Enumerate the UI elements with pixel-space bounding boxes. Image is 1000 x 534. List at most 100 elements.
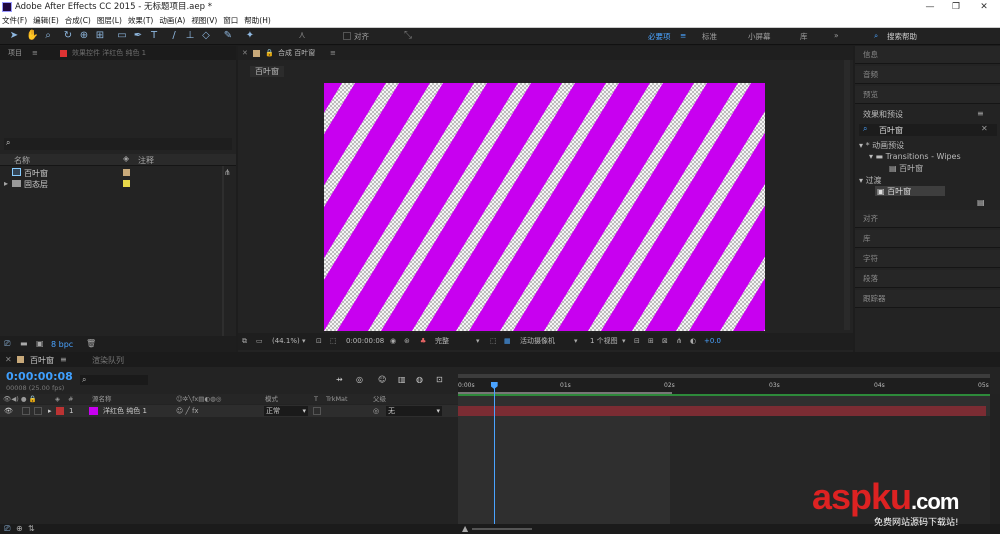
expand-arrow-icon[interactable]: ▸ [48,405,52,417]
shy-layers-icon[interactable]: ☺ [378,375,386,384]
minimize-button[interactable]: — [916,0,944,14]
resolution-dropdown[interactable]: 完整 [435,333,449,350]
preserve-transparency-checkbox[interactable] [313,407,321,415]
interpret-footage-icon[interactable]: ⎚ [4,339,10,349]
project-item-folder[interactable]: ▸ 固态层 [0,178,222,189]
pen-tool-icon[interactable]: ✒ [132,30,144,42]
timeline-comp-tab[interactable]: 百叶窗 [30,355,54,366]
tree-item-transition[interactable]: ▾ 过渡 [859,175,882,186]
tree-item-transitions-wipes[interactable]: ▾ ▬ Transitions - Wipes [869,152,961,161]
time-ruler[interactable]: 0:00s 01s 02s 03s 04s 05s [458,374,990,394]
new-comp-icon[interactable]: ▣ [36,339,44,348]
workspace-small-screen[interactable]: 小屏幕 [748,31,771,42]
solo-switch[interactable] [22,407,30,415]
workspace-library[interactable]: 库 [800,31,808,42]
menu-animation[interactable]: 动画(A) [159,14,185,27]
search-help-icon[interactable]: ⌕ [874,31,878,41]
region-of-interest-icon[interactable]: ⬚ [490,333,497,350]
timeline-scrollbar[interactable] [990,394,1000,524]
frame-blending-icon[interactable]: ▥ [398,375,406,384]
preview-panel-tab[interactable]: 预览 [855,86,1000,104]
project-item-comp[interactable]: 百叶窗 [0,167,222,178]
chevron-down-icon[interactable]: ▾ [622,333,626,350]
search-help-input[interactable]: 搜索帮助 [887,31,917,42]
draft-3d-icon[interactable]: ◎ [356,375,363,384]
menu-layer[interactable]: 图层(L) [97,14,122,27]
playhead-line[interactable] [493,382,495,528]
safe-margins-icon[interactable]: ⊡ [316,333,322,350]
work-area-scroll[interactable] [458,374,990,378]
project-tab[interactable]: 项目 [8,46,22,60]
name-column-label[interactable]: 名称 [14,155,30,166]
project-scrollbar[interactable] [222,166,224,338]
align-checkbox[interactable] [343,32,351,40]
camera-snapshot-icon[interactable]: ◉ [390,333,396,350]
menu-effect[interactable]: 效果(T) [128,14,153,27]
motion-blur-icon[interactable]: ◍ [416,375,423,384]
snap-icon[interactable]: ⤡ [402,30,414,42]
chevron-down-icon[interactable]: ▾ [574,333,578,350]
camera-dropdown[interactable]: 活动摄像机 [520,333,555,350]
orbit-camera-icon[interactable]: ⊕ [78,30,90,42]
layer-switches-icons[interactable]: ☺ ╱ fx [176,405,199,417]
rectangle-tool-icon[interactable]: ▭ [116,30,128,42]
timeline-current-time[interactable]: 0:00:00:08 [6,370,73,383]
workspace-essentials[interactable]: 必要项 [648,31,671,42]
effects-search-input[interactable]: ⌕ 百叶窗 ✕ [859,124,997,136]
brush-tool-icon[interactable]: / [168,30,180,42]
eraser-tool-icon[interactable]: ◇ [200,30,212,42]
workspace-menu-icon[interactable]: ≡ [680,31,686,40]
menu-file[interactable]: 文件(F) [2,14,27,27]
parent-dropdown[interactable]: 无 ▾ [386,406,442,416]
project-search-input[interactable]: ⌕ [4,138,232,150]
maximize-button[interactable]: ❐ [942,0,970,14]
trash-icon[interactable]: 🗑 [86,339,96,348]
hand-tool-icon[interactable]: ✋ [26,30,38,42]
current-time-display[interactable]: 0:00:00:08 [346,333,384,350]
align-panel-tab[interactable]: 对齐 [855,210,1000,228]
chevron-down-icon[interactable]: ▾ [476,333,480,350]
tree-item-preset-venetian-blinds[interactable]: ▤ 百叶窗 [889,163,923,174]
comp-canvas[interactable] [324,83,765,331]
panel-menu-icon[interactable]: ≡ [977,109,984,118]
new-preset-icon[interactable]: ▤ [977,198,985,207]
puppet-pin-icon[interactable]: ✦ [244,30,256,42]
lock-switch[interactable] [34,407,42,415]
display-icon[interactable]: ▭ [256,333,263,350]
menu-edit[interactable]: 编辑(E) [33,14,59,27]
mask-toggle-icon[interactable]: ⬚ [330,333,337,350]
toggle-pixel-aspect-icon[interactable]: ⊟ [634,333,640,350]
type-tool-icon[interactable]: T [148,30,160,42]
fast-preview-icon[interactable]: ⊞ [648,333,654,350]
paragraph-panel-tab[interactable]: 段落 [855,270,1000,288]
render-queue-tab[interactable]: 渲染队列 [92,355,124,366]
snapshot-icon[interactable]: ⧉ [242,333,247,350]
tree-item-effect-venetian-blinds[interactable]: ▣ 百叶窗 [875,186,945,196]
comp-flowchart-tab[interactable]: 百叶窗 [250,66,284,77]
menu-composition[interactable]: 合成(C) [65,14,91,27]
tracker-panel-tab[interactable]: 跟踪器 [855,290,1000,308]
layer-label-color[interactable] [56,407,64,415]
tree-item-animation-presets[interactable]: ▾ * 动画预设 [859,140,904,151]
menu-help[interactable]: 帮助(H) [244,14,271,27]
axis-local-icon[interactable]: ⋏ [296,30,308,42]
exposure-value[interactable]: +0.0 [704,333,721,350]
transparency-grid-icon[interactable]: ▦ [504,333,511,350]
eye-icon[interactable]: 👁 [4,405,13,417]
comp-scrollbar[interactable] [844,60,850,330]
menu-view[interactable]: 视图(V) [191,14,217,27]
panel-menu-icon[interactable]: ≡ [330,46,336,60]
comp-mini-flowchart-icon[interactable]: ⇸ [336,375,343,384]
close-tab-icon[interactable]: ✕ [242,46,248,60]
flowchart-icon[interactable]: ⋔ [224,168,231,177]
selection-tool-icon[interactable]: ➤ [8,30,20,42]
chevron-down-icon[interactable]: ▾ [302,333,306,350]
bpc-label[interactable]: 8 bpc [51,340,73,349]
expand-in-out-icon[interactable]: ⇅ [28,524,35,533]
clone-stamp-icon[interactable]: ⊥ [184,30,196,42]
comp-tab[interactable]: 合成 百叶窗 [278,46,315,60]
layer-duration-bar[interactable] [458,406,986,416]
comment-column-label[interactable]: 注释 [138,155,154,166]
expand-layer-switches-icon[interactable]: ⎚ [4,524,10,534]
clear-search-icon[interactable]: ✕ [981,124,988,133]
